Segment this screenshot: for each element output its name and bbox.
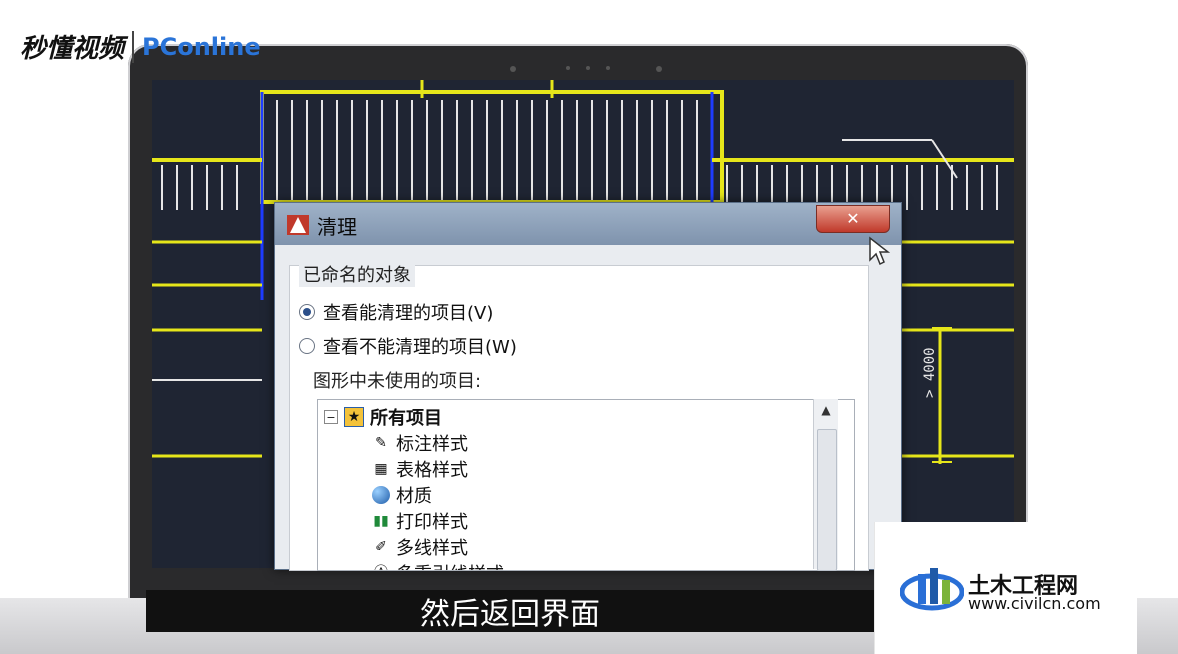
- tree-item-label: 表格样式: [396, 460, 468, 481]
- radio-label: 查看不能清理的项目(W): [323, 337, 517, 358]
- autocad-icon: [287, 215, 309, 235]
- tree-item-label: 多线样式: [396, 538, 468, 559]
- tree-item-dimension-styles[interactable]: ✎ 标注样式: [372, 430, 468, 456]
- camera-icon: [510, 66, 516, 72]
- radio-purgeable[interactable]: 查看能清理的项目(V): [299, 299, 493, 325]
- dialog-title: 清理: [317, 215, 357, 239]
- scroll-up-icon[interactable]: ▲: [814, 399, 838, 421]
- items-tree[interactable]: − ★ 所有项目 ✎ 标注样式 ▦ 表格样式 材质 ▮▮ 打印样式 ✐ 多线样式…: [317, 399, 855, 571]
- sensor-icon: [586, 66, 590, 70]
- radio-button[interactable]: [299, 338, 315, 354]
- radio-nonpurgeable[interactable]: 查看不能清理的项目(W): [299, 333, 517, 359]
- tree-root-item[interactable]: − ★ 所有项目: [324, 404, 442, 430]
- civilcn-url: www.civilcn.com: [968, 594, 1101, 613]
- dimension-label: > 4000: [922, 347, 938, 398]
- tree-item-label: 打印样式: [396, 512, 468, 533]
- purge-dialog: 清理 ✕ 已命名的对象 查看能清理的项目(V) 查看不能清理的项目(W) 图形中…: [274, 202, 902, 571]
- close-button[interactable]: ✕: [816, 205, 890, 233]
- tree-item-label: 标注样式: [396, 434, 468, 455]
- tree-item-table-styles[interactable]: ▦ 表格样式: [372, 456, 468, 482]
- radio-button[interactable]: [299, 304, 315, 320]
- video-subtitle: 然后返回界面: [420, 597, 600, 632]
- scroll-thumb[interactable]: [817, 429, 837, 571]
- tree-item-plot-styles[interactable]: ▮▮ 打印样式: [372, 508, 468, 534]
- brand-miaodong: 秒懂视频: [20, 34, 125, 64]
- collapse-icon[interactable]: −: [324, 410, 338, 424]
- tree-scrollbar[interactable]: ▲: [813, 399, 838, 571]
- sensor-icon: [566, 66, 570, 70]
- dialog-titlebar[interactable]: 清理 ✕: [275, 203, 901, 245]
- mleader-style-icon: Ⓐ: [372, 564, 390, 570]
- camera-icon: [656, 66, 662, 72]
- mouse-cursor-icon: [869, 236, 890, 266]
- sensor-icon: [606, 66, 610, 70]
- plot-style-icon: ▮▮: [373, 513, 389, 529]
- brand-watermark: 秒懂视频 PConline: [20, 28, 261, 65]
- tree-item-mleader-styles[interactable]: Ⓐ 多重引线样式: [372, 560, 504, 570]
- group-label: 已命名的对象: [299, 261, 415, 287]
- radio-label: 查看能清理的项目(V): [323, 303, 494, 324]
- tree-item-label: 多重引线样式: [396, 560, 504, 570]
- table-style-icon: ▦: [374, 461, 388, 477]
- tree-item-label: 材质: [396, 486, 432, 507]
- multiline-style-icon: ✐: [375, 539, 387, 555]
- tree-item-multiline-styles[interactable]: ✐ 多线样式: [372, 534, 468, 560]
- civilcn-logo-icon: [900, 568, 964, 611]
- dimension-style-icon: ✎: [375, 435, 387, 451]
- unused-items-label: 图形中未使用的项目:: [313, 371, 482, 392]
- tree-item-materials[interactable]: 材质: [372, 482, 432, 508]
- brand-pconline: PConline: [142, 32, 261, 61]
- material-icon: [372, 486, 390, 504]
- tree-root-label: 所有项目: [370, 408, 442, 429]
- folder-icon: ★: [344, 407, 364, 427]
- brand-divider: [132, 30, 135, 63]
